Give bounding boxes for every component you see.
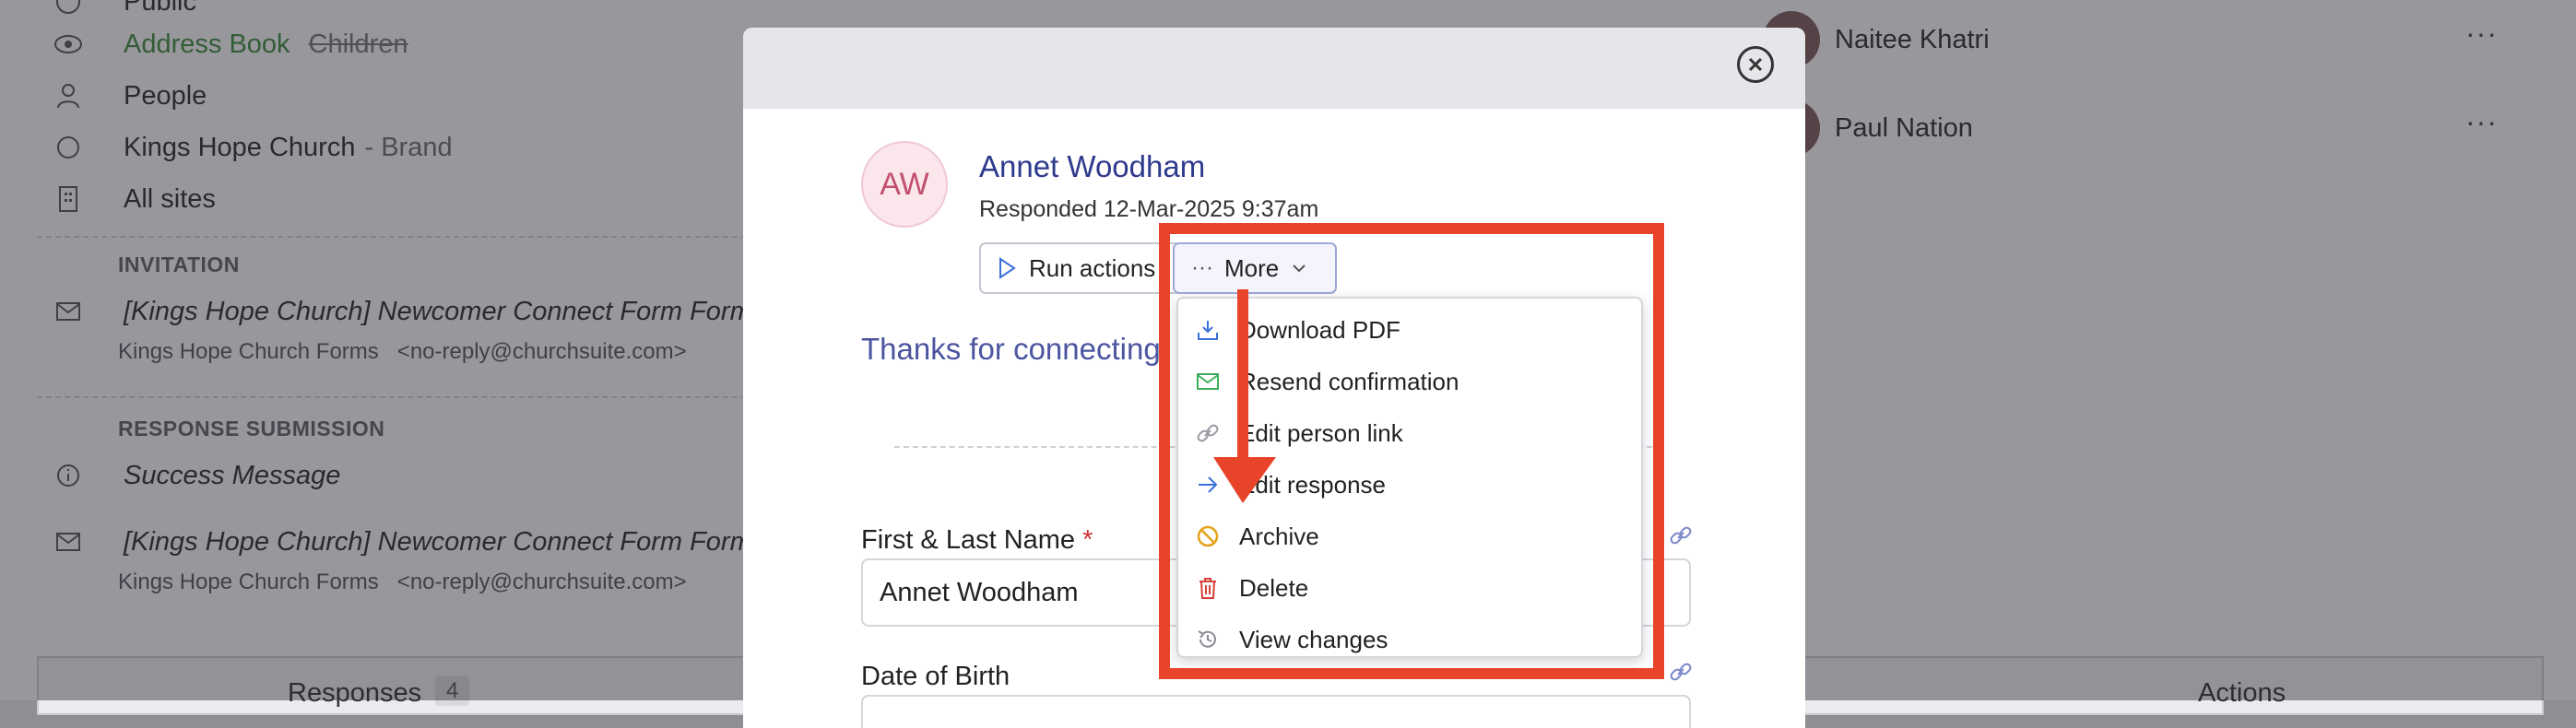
close-icon[interactable] <box>1737 46 1774 83</box>
link-icon[interactable] <box>1669 523 1693 552</box>
form-heading: Thanks for connecting <box>861 332 1161 366</box>
play-icon <box>998 257 1016 279</box>
avatar: AW <box>861 141 948 228</box>
modal-header <box>743 28 1805 109</box>
run-actions-button[interactable]: Run actions <box>979 242 1182 294</box>
link-icon[interactable] <box>1669 660 1693 688</box>
responded-timestamp: Responded 12-Mar-2025 9:37am <box>979 196 1319 222</box>
field-label-dob: Date of Birth <box>861 662 1010 691</box>
dob-field[interactable] <box>861 695 1691 728</box>
field-label-name: First & Last Name * <box>861 525 1093 555</box>
respondent-name[interactable]: Annet Woodham <box>979 149 1205 184</box>
annotation-arrow <box>1213 289 1276 503</box>
